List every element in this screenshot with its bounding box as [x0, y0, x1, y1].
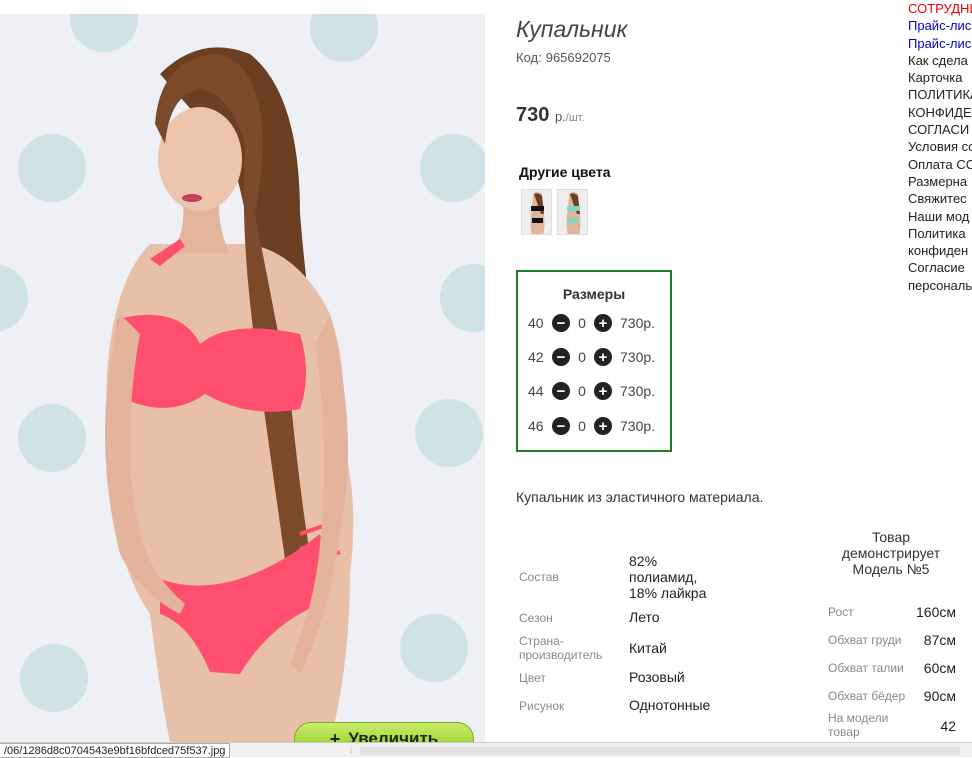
size-value: 42 [528, 349, 544, 365]
menu-item-privacy-cont[interactable]: конфиден [908, 242, 972, 259]
zoom-label: Увеличить [348, 729, 439, 742]
menu-item-pricelist[interactable]: Прайс-лис [908, 17, 972, 34]
product-code: Код: 965692075 [516, 50, 611, 65]
property-value: Лето [629, 609, 660, 625]
plus-circle-icon[interactable]: + [594, 314, 612, 332]
menu-item-agreement[interactable]: Согласие [908, 259, 972, 276]
product-photo[interactable]: + Увеличить [0, 14, 485, 742]
size-value: 44 [528, 383, 544, 399]
menu-item-conditions[interactable]: Условия сс [908, 138, 972, 155]
product-title: Купальник [516, 16, 628, 42]
scrollbar-grip-icon[interactable]: ⦙ [350, 745, 352, 756]
menu-item-employees[interactable]: СОТРУДНИ [908, 0, 972, 17]
size-row: 42 − 0 + 730р. [528, 347, 668, 367]
product-code-label: Код: [516, 50, 542, 65]
zoom-button[interactable]: + Увеличить [294, 722, 474, 742]
model-value: 60см [923, 660, 956, 676]
status-bar: /06/1286d8c0704543e9bf16bfdced75f537.jpg… [0, 742, 972, 758]
property-key: Цвет [519, 671, 546, 685]
product-price: 730 р./шт. [516, 104, 585, 127]
model-value: 90см [923, 688, 956, 704]
model-key: Обхват бёдер [828, 689, 906, 703]
property-key: Страна- производитель [519, 634, 603, 662]
price-value: 730 [516, 104, 550, 126]
horizontal-scrollbar[interactable] [360, 747, 960, 755]
size-price: 730р. [620, 349, 656, 365]
menu-item-consent[interactable]: СОГЛАСИ [908, 121, 972, 138]
minus-circle-icon[interactable]: − [552, 348, 570, 366]
model-value: 160см [916, 604, 956, 620]
menu-item-pricelist[interactable]: Прайс-лис [908, 35, 972, 52]
property-value: Китай [629, 640, 667, 656]
menu-item-privacy[interactable]: Политика [908, 225, 972, 242]
plus-circle-icon[interactable]: + [594, 382, 612, 400]
status-url: /06/1286d8c0704543e9bf16bfdced75f537.jpg [0, 743, 231, 758]
other-colors-label: Другие цвета [519, 164, 611, 180]
property-value: Однотонные [629, 697, 711, 713]
property-value: 82% полиамид, 18% лайкра [629, 553, 707, 601]
size-row: 40 − 0 + 730р. [528, 313, 668, 333]
side-menu: СОТРУДНИ Прайс-лис Прайс-лис Как сдела К… [908, 0, 972, 294]
color-thumb-mint[interactable] [557, 189, 588, 235]
property-key: Рисунок [519, 699, 565, 713]
minus-circle-icon[interactable]: − [552, 417, 570, 435]
size-quantity: 0 [578, 349, 586, 365]
plus-icon: + [329, 728, 341, 743]
menu-item-policy[interactable]: ПОЛИТИКА [908, 86, 972, 103]
menu-item-contact[interactable]: Свяжитес [908, 190, 972, 207]
size-value: 40 [528, 315, 544, 331]
model-key: Обхват груди [828, 633, 902, 647]
size-price: 730р. [620, 383, 656, 399]
product-code-value: 965692075 [545, 50, 611, 65]
size-quantity: 0 [578, 383, 586, 399]
sizes-panel: Размеры 40 − 0 + 730р. 42 − 0 + 730р. 44… [516, 270, 672, 452]
model-value: 42 [940, 718, 956, 734]
menu-item-card[interactable]: Карточка [908, 69, 972, 86]
property-key: Состав [519, 570, 559, 584]
size-row: 46 − 0 + 730р. [528, 416, 668, 436]
property-value: Розовый [629, 669, 685, 685]
menu-item-how-to-order[interactable]: Как сдела [908, 52, 972, 69]
color-thumb-black[interactable] [521, 189, 552, 235]
plus-circle-icon[interactable]: + [594, 348, 612, 366]
menu-item-payment[interactable]: Оплата СС [908, 156, 972, 173]
model-figure [105, 47, 354, 742]
size-row: 44 − 0 + 730р. [528, 381, 668, 401]
size-price: 730р. [620, 315, 656, 331]
model-key: Обхват талии [828, 661, 904, 675]
size-quantity: 0 [578, 315, 586, 331]
menu-item-agreement-cont[interactable]: персональ [908, 277, 972, 294]
minus-circle-icon[interactable]: − [552, 314, 570, 332]
menu-item-size-chart[interactable]: Размерна [908, 173, 972, 190]
product-description: Купальник из эластичного материала. [516, 489, 764, 505]
model-heading: Товар демонстрирует Модель №5 [841, 529, 941, 577]
menu-item-policy-cont[interactable]: КОНФИДЕ [908, 104, 972, 121]
price-unit: р./шт. [554, 109, 585, 124]
size-value: 46 [528, 418, 544, 434]
plus-circle-icon[interactable]: + [594, 417, 612, 435]
minus-circle-icon[interactable]: − [552, 382, 570, 400]
model-key: На модели товар [828, 711, 889, 739]
sizes-title: Размеры [562, 286, 626, 302]
size-quantity: 0 [578, 418, 586, 434]
menu-item-models[interactable]: Наши мод [908, 208, 972, 225]
size-price: 730р. [620, 418, 656, 434]
model-value: 87см [923, 632, 956, 648]
property-key: Сезон [519, 611, 553, 625]
model-key: Рост [828, 605, 854, 619]
